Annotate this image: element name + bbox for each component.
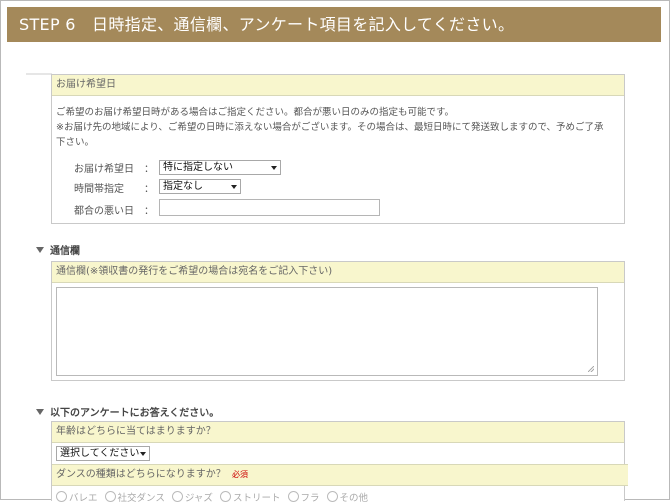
bad-day-label: 都合の悪い日 ： (74, 206, 154, 217)
radio-button[interactable] (326, 491, 338, 502)
bad-day-input[interactable] (159, 199, 380, 216)
age-select[interactable]: 選択してください (56, 446, 150, 461)
survey-section-title: 以下のアンケートにお答えください。 (50, 408, 220, 419)
survey-box: 年齢はどちらに当てはまりますか？ 選択してください ダンスの種類はどちらになりま… (51, 421, 628, 504)
delivery-desc-2: ※お届け先の地域により、ご希望の日時に添えない場合がございます。その場合は、最短… (56, 122, 604, 133)
dance-option-label: フラ (300, 493, 320, 504)
radio-button[interactable] (104, 491, 116, 502)
required-badge: 必須 (232, 470, 248, 479)
delivery-desc-1: ご希望のお届け希望日時がある場合はご指定ください。都合が悪い日のみの指定も可能で… (56, 107, 455, 118)
dance-type-options: バレエ 社交ダンス ジャズ ストリート フラ その他 (56, 490, 368, 504)
delivery-date-select[interactable]: 特に指定しない (159, 160, 281, 175)
delivery-time-value: 指定なし (163, 181, 203, 192)
dance-option-label: その他 (339, 493, 369, 504)
chevron-down-icon (271, 166, 277, 170)
delivery-time-label: 時間帯指定 ： (74, 184, 154, 195)
step-banner: STEP 6 日時指定、通信欄、アンケート項目を記入してください。 (7, 7, 661, 42)
radio-button[interactable] (56, 491, 67, 502)
survey-section-heading: 以下のアンケートにお答えください。 (36, 404, 219, 419)
resize-grip-icon[interactable] (588, 366, 594, 372)
delivery-date-label: お届け希望日 ： (74, 164, 154, 175)
message-section-heading: 通信欄 (36, 242, 80, 257)
message-section-title: 通信欄 (50, 246, 80, 257)
age-select-value: 選択してください (60, 448, 140, 459)
chevron-down-icon (231, 185, 237, 189)
delivery-date-value: 特に指定しない (163, 162, 233, 173)
radio-button[interactable] (219, 491, 231, 502)
triangle-down-icon (36, 247, 44, 253)
delivery-box-title: お届け希望日 (52, 75, 624, 96)
triangle-down-icon (36, 409, 44, 415)
survey-q2-label: ダンスの種類はどちらになりますか？ (56, 469, 226, 480)
radio-button[interactable] (171, 491, 183, 502)
message-box-title: 通信欄(※領収書の発行をご希望の場合は宛名をご記入下さい) (52, 262, 624, 283)
survey-q1-label: 年齢はどちらに当てはまりますか？ (52, 422, 624, 443)
delivery-box: お届け希望日 ご希望のお届け希望日時がある場合はご指定ください。都合が悪い日のみ… (51, 74, 625, 224)
dance-option-label: ジャズ (184, 493, 213, 504)
divider (26, 73, 52, 75)
dance-option-label: ストリート (232, 493, 281, 504)
chevron-down-icon (140, 452, 146, 456)
delivery-time-select[interactable]: 指定なし (159, 179, 241, 194)
message-box: 通信欄(※領収書の発行をご希望の場合は宛名をご記入下さい) (51, 261, 625, 381)
survey-q2-header: ダンスの種類はどちらになりますか？ 必須 (52, 464, 628, 486)
message-textarea[interactable] (56, 287, 598, 376)
radio-button[interactable] (287, 491, 299, 502)
dance-option-label: バレエ (69, 493, 98, 504)
delivery-desc-3: 下さい。 (56, 137, 95, 148)
dance-option-label: 社交ダンス (117, 493, 165, 504)
